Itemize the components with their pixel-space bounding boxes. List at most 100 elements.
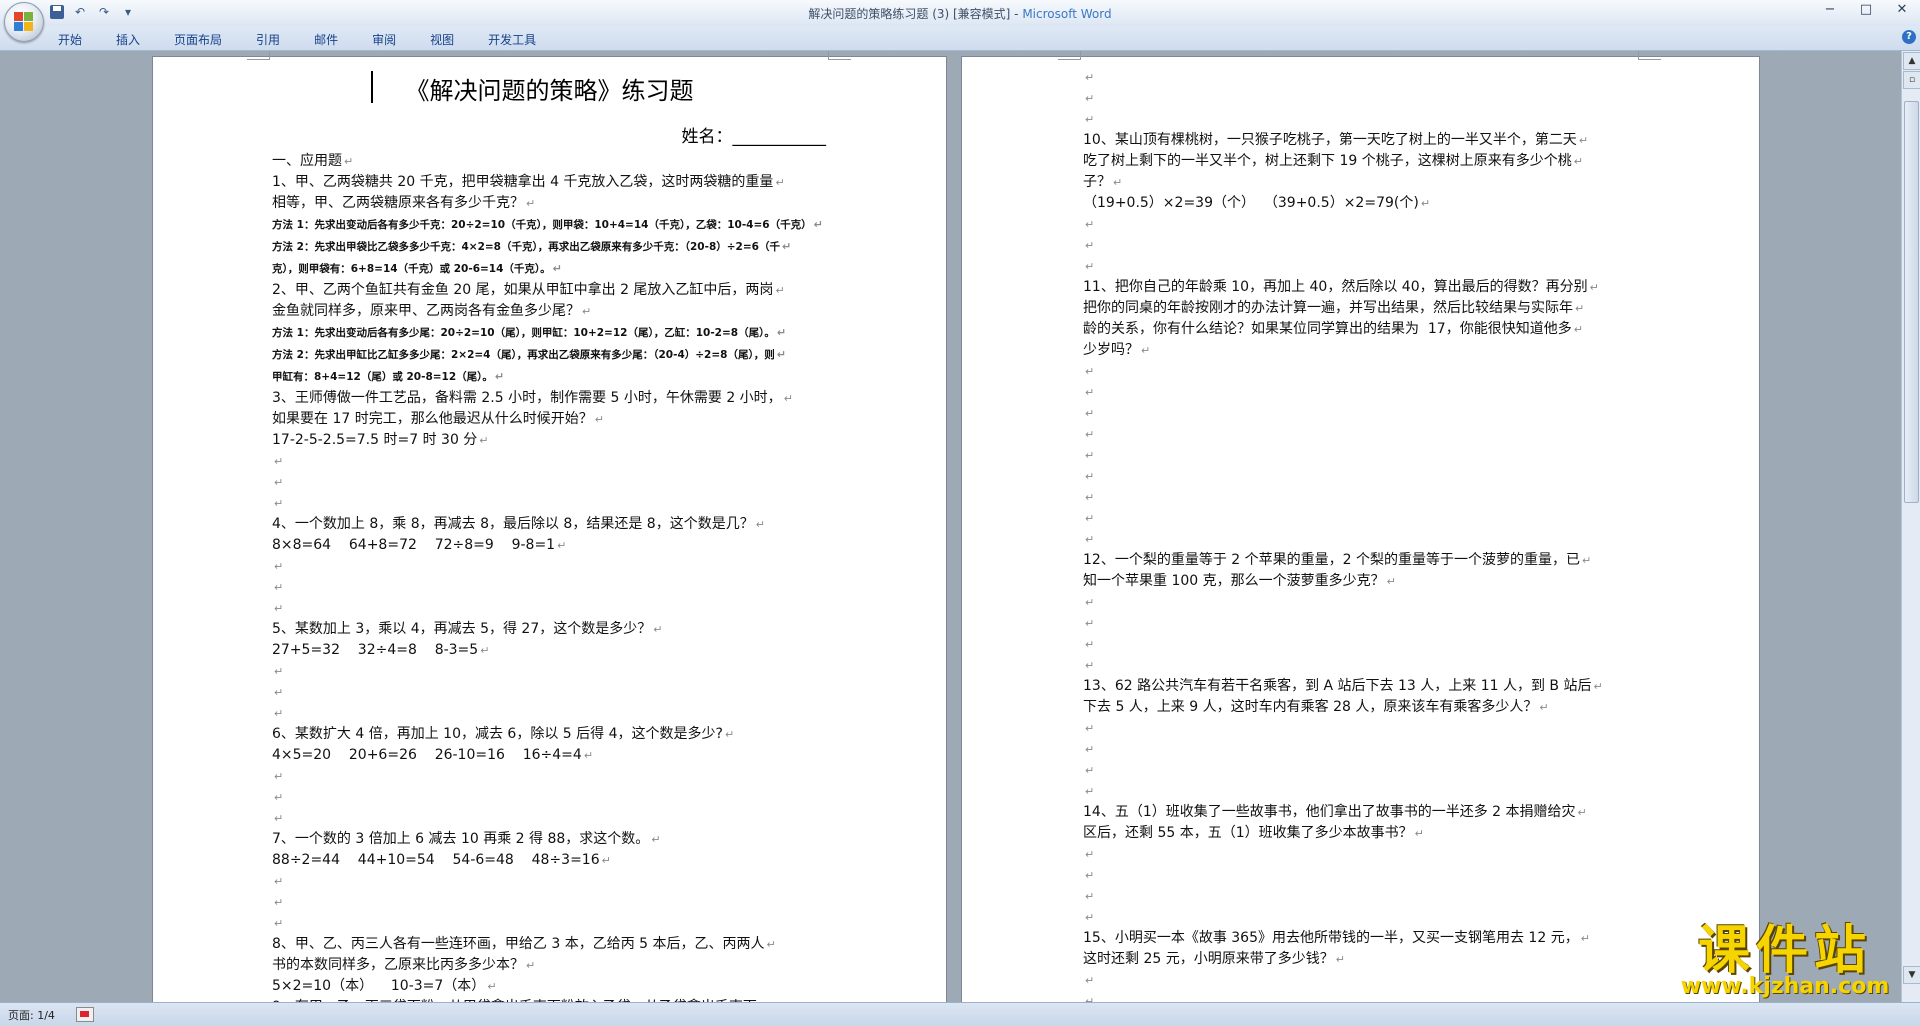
document-page-2[interactable]: ↵ ↵ ↵ 10、某山顶有棵桃树，一只猴子吃桃子，第一天吃了树上的一半又半个，第二天 ↵… <box>961 51 1760 1002</box>
paragraph-mark-icon: ↵ <box>1085 491 1095 504</box>
help-icon[interactable]: ? <box>1902 30 1916 44</box>
paragraph-line: ↵ <box>1083 781 1638 802</box>
paragraph-text: 6、某数扩大 4 倍，再加上 10，减去 6，除以 5 后得 4，这个数是多少? <box>272 726 723 742</box>
paragraph-mark-icon: ↵ <box>274 917 284 930</box>
maximize-button[interactable]: □ <box>1848 0 1884 20</box>
paragraph-line: 吃了树上剩下的一半又半个，树上还剩下 19 个桃子，这棵树上原来有多少个桃 ↵ <box>1083 151 1638 172</box>
paragraph-text: 区后，还剩 55 本，五（1）班收集了多少本故事书？ <box>1083 825 1413 841</box>
paragraph-mark-icon: ↵ <box>274 581 284 594</box>
paragraph-text: 一、应用题 <box>272 153 342 169</box>
paragraph-text: 5×2=10（本） 10-3=7（本） <box>272 978 486 994</box>
tab-page-layout[interactable]: 页面布局 <box>174 31 222 48</box>
tab-mailings[interactable]: 邮件 <box>314 31 338 48</box>
ruler-toggle-icon[interactable]: ▫ <box>1903 71 1920 89</box>
paragraph-line: ↵ <box>272 808 828 829</box>
paragraph-text: 吃了树上剩下的一半又半个，树上还剩下 19 个桃子，这棵树上原来有多少个桃 <box>1083 153 1572 169</box>
paragraph-mark-icon: ↵ <box>1141 344 1151 357</box>
paragraph-mark-icon: ↵ <box>1085 533 1095 546</box>
paragraph-mark-icon: ↵ <box>1085 113 1095 126</box>
office-button[interactable] <box>4 2 44 42</box>
paragraph-line: 3、王师傅做一件工艺品，备料需 2.5 小时，制作需要 5 小时，午休需要 2 … <box>272 388 828 409</box>
paragraph-mark-icon: ↵ <box>1085 470 1095 483</box>
title-bar: ↶ ↷ ▾ 解决问题的策略练习题 (3) [兼容模式] - Microsoft … <box>0 0 1920 42</box>
paragraph-line: 一、应用题 ↵ <box>272 151 828 172</box>
status-bar: 页面: 1/4 <box>0 1002 1920 1026</box>
paragraph-mark-icon: ↵ <box>1573 323 1583 336</box>
paragraph-line: 区后，还剩 55 本，五（1）班收集了多少本故事书？ ↵ <box>1083 823 1638 844</box>
paragraph-line: 11、把你自己的年龄乘 10，再加上 40，然后除以 40，算出最后的得数？再分… <box>1083 277 1638 298</box>
paragraph-mark-icon: ↵ <box>1085 71 1095 84</box>
tab-home[interactable]: 开始 <box>58 31 82 48</box>
paragraph-mark-icon: ↵ <box>594 413 604 426</box>
paragraph-line: 14、五（1）班收集了一些故事书，他们拿出了故事书的一半还多 2 本捐赠给灾 ↵ <box>1083 802 1638 823</box>
paragraph-mark-icon: ↵ <box>274 497 284 510</box>
paragraph-line: 相等，甲、乙两袋糖原来各有多少千克？ ↵ <box>272 193 828 214</box>
crop-mark <box>828 51 851 60</box>
tab-insert[interactable]: 插入 <box>116 31 140 48</box>
paragraph-mark-icon: ↵ <box>1085 428 1095 441</box>
tab-developer[interactable]: 开发工具 <box>488 31 536 48</box>
paragraph-text: 2、甲、乙两个鱼缸共有金鱼 20 尾，如果从甲缸中拿出 2 尾放入乙缸中后，两岗 <box>272 282 774 298</box>
paragraph-text: 88÷2=44 44+10=54 54-6=48 48÷3=16 <box>272 852 600 868</box>
paragraph-text: 3、王师傅做一件工艺品，备料需 2.5 小时，制作需要 5 小时，午休需要 2 … <box>272 390 782 406</box>
paragraph-text: 甲缸有：8+4=12（尾）或 20-8=12（尾）。 <box>272 371 493 383</box>
paragraph-mark-icon: ↵ <box>274 707 284 720</box>
paragraph-mark-icon: ↵ <box>776 348 786 361</box>
paragraph-mark-icon: ↵ <box>1085 218 1095 231</box>
paragraph-mark-icon: ↵ <box>274 602 284 615</box>
tab-view[interactable]: 视图 <box>430 31 454 48</box>
paragraph-line: ↵ <box>1083 844 1638 865</box>
paragraph-mark-icon: ↵ <box>1085 512 1095 525</box>
paragraph-line: 方法 2：先求出甲袋比乙袋多多少千克：4×2=8（千克），再求出乙袋原来有多少千… <box>272 236 828 258</box>
paragraph-text: 8、甲、乙、丙三人各有一些连环画，甲给乙 3 本，乙给丙 5 本后，乙、丙两人 <box>272 936 765 952</box>
paragraph-text: 方法 1：先求出变动后各有多少千克：20÷2=10（千克），则甲袋：10+4=1… <box>272 219 812 231</box>
paragraph-mark-icon: ↵ <box>1085 995 1095 1002</box>
document-title: 《解决问题的策略》练习题 <box>405 77 694 105</box>
vertical-scrollbar[interactable]: ▲ ▫ ▼ <box>1901 51 1920 1002</box>
page-count-status[interactable]: 页面: 1/4 <box>8 1007 55 1023</box>
page-1-body: 一、应用题 ↵ 1、甲、乙两袋糖共 20 千克，把甲袋糖拿出 4 千克放入乙袋，这时… <box>272 151 828 1002</box>
document-area[interactable]: 《解决问题的策略》练习题 姓名：___________ 一、应用题 ↵ 1、甲、乙两… <box>0 51 1900 1002</box>
paragraph-mark-icon: ↵ <box>479 434 489 447</box>
paragraph-mark-icon: ↵ <box>1335 953 1345 966</box>
paragraph-text: 下去 5 人，上来 9 人，这时车内有乘客 28 人，原来该车有乘客多少人？ <box>1083 699 1538 715</box>
close-button[interactable]: ✕ <box>1884 0 1920 20</box>
paragraph-text: （19+0.5）×2=39（个） （39+0.5）×2=79(个) <box>1083 195 1419 211</box>
paragraph-line: ↵ <box>1083 424 1638 445</box>
paragraph-line: 27+5=32 32÷4=8 8-3=5 ↵ <box>272 640 828 661</box>
paragraph-line: 这时还剩 25 元，小明原来带了多少钱？ ↵ <box>1083 949 1638 970</box>
paragraph-mark-icon: ↵ <box>1580 932 1590 945</box>
paragraph-mark-icon: ↵ <box>776 326 787 339</box>
paragraph-line: ↵ <box>1083 67 1638 88</box>
tab-references[interactable]: 引用 <box>256 31 280 48</box>
watermark-url: www.kjzhan.com <box>1680 974 1890 999</box>
document-page-1[interactable]: 《解决问题的策略》练习题 姓名：___________ 一、应用题 ↵ 1、甲、乙两… <box>152 51 947 1002</box>
paragraph-mark-icon: ↵ <box>1085 764 1095 777</box>
paragraph-mark-icon: ↵ <box>1085 785 1095 798</box>
paragraph-mark-icon: ↵ <box>344 155 354 168</box>
paragraph-mark-icon: ↵ <box>1085 974 1095 987</box>
paragraph-mark-icon: ↵ <box>1085 911 1095 924</box>
paragraph-mark-icon: ↵ <box>480 644 490 657</box>
paragraph-mark-icon: ↵ <box>781 240 792 253</box>
paragraph-mark-icon: ↵ <box>1085 407 1095 420</box>
ribbon-tabs: 开始 插入 页面布局 引用 邮件 审阅 视图 开发工具 <box>58 31 570 48</box>
paragraph-mark-icon: ↵ <box>1085 617 1095 630</box>
scroll-down-icon[interactable]: ▼ <box>1903 966 1920 984</box>
scrollbar-thumb[interactable] <box>1904 101 1919 503</box>
paragraph-mark-icon: ↵ <box>552 262 562 275</box>
paragraph-mark-icon: ↵ <box>583 749 594 762</box>
proofing-icon[interactable] <box>76 1007 94 1022</box>
paragraph-text: 11、把你自己的年龄乘 10，再加上 40，然后除以 40，算出最后的得数？再分… <box>1083 279 1588 295</box>
paragraph-mark-icon: ↵ <box>1593 680 1603 693</box>
paragraph-mark-icon: ↵ <box>813 218 823 231</box>
paragraph-text: 7、一个数的 3 倍加上 6 减去 10 再乘 2 得 88，求这个数。 <box>272 831 650 847</box>
tab-review[interactable]: 审阅 <box>372 31 396 48</box>
paragraph-mark-icon: ↵ <box>1085 386 1095 399</box>
paragraph-text: 13、62 路公共汽车有若干名乘客，到 A 站后下去 13 人，上来 11 人，… <box>1083 678 1592 694</box>
scroll-up-icon[interactable]: ▲ <box>1903 52 1920 70</box>
minimize-button[interactable]: − <box>1812 0 1848 20</box>
paragraph-line: 17-2-5-2.5=7.5 时=7 时 30 分 ↵ <box>272 430 828 451</box>
paragraph-text: 1、甲、乙两袋糖共 20 千克，把甲袋糖拿出 4 千克放入乙袋，这时两袋糖的重量 <box>272 174 774 190</box>
office-logo-icon <box>14 12 34 32</box>
